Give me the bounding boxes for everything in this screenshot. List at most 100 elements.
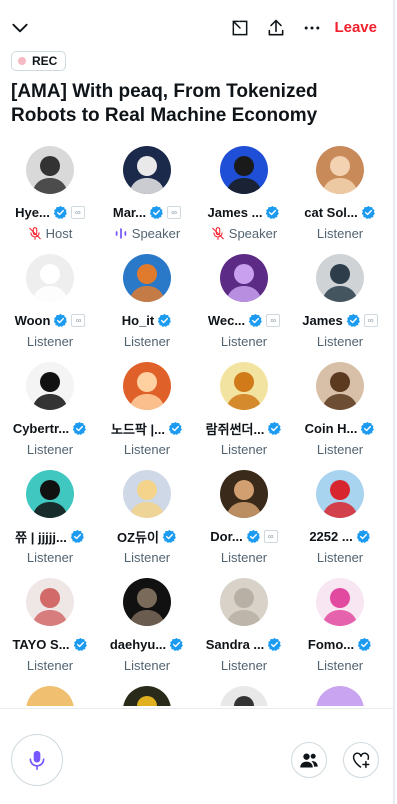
avatar[interactable] [220, 146, 268, 194]
affiliate-badge-icon: ∞ [71, 313, 86, 327]
footer-divider [0, 708, 395, 709]
participant-card[interactable]: cat Sol... Listener [294, 146, 386, 254]
avatar[interactable] [123, 362, 171, 410]
participant-role: Listener [294, 334, 386, 349]
people-button[interactable] [291, 742, 327, 778]
participant-card[interactable]: Fomo... Listener [294, 578, 386, 686]
avatar[interactable] [220, 362, 268, 410]
dock-button[interactable] [227, 15, 253, 41]
avatar[interactable] [316, 470, 364, 518]
participant-card[interactable]: TAYO S... Listener [4, 578, 96, 686]
participant-card[interactable]: Mar... ∞ Speaker [101, 146, 193, 254]
avatar[interactable] [26, 470, 74, 518]
participant-card[interactable]: Wec... ∞ Listener [198, 254, 290, 362]
participant-name-row: Wec... ∞ [198, 311, 290, 329]
verified-badge-icon [73, 637, 87, 651]
participant-card[interactable]: 2252 ... Listener [294, 470, 386, 578]
affiliate-badge-icon: ∞ [167, 205, 182, 219]
verified-badge-icon [53, 205, 67, 219]
participant-role-label: Listener [123, 550, 171, 565]
mic-off-icon [28, 227, 41, 240]
avatar-image-icon [26, 470, 74, 518]
participant-card[interactable]: Ho_it Listener [101, 254, 193, 362]
chevron-down-icon [12, 23, 28, 33]
verified-badge-icon [268, 637, 282, 651]
avatar[interactable] [26, 146, 74, 194]
participant-card[interactable]: Sandra ... Listener [198, 578, 290, 686]
participant-role: Listener [198, 550, 290, 565]
avatar[interactable] [220, 470, 268, 518]
avatar-image-icon [26, 686, 74, 706]
collapse-button[interactable] [7, 15, 33, 41]
share-button[interactable] [263, 15, 289, 41]
microphone-button[interactable] [11, 734, 63, 786]
participant-name: cat Sol... [304, 204, 358, 220]
verified-badge-icon [361, 205, 375, 219]
avatar[interactable] [316, 254, 364, 302]
participant-card[interactable]: Coin H... Listener [294, 362, 386, 470]
verified-badge-icon [168, 421, 182, 435]
avatar[interactable] [123, 578, 171, 626]
participant-card[interactable] [4, 686, 96, 706]
participant-name: Mar... [112, 204, 147, 220]
participant-name: Fomo... [307, 636, 355, 652]
avatar[interactable] [220, 578, 268, 626]
participant-card[interactable]: 람쥐썬더... Listener [198, 362, 290, 470]
participant-card[interactable]: James ... Speaker [198, 146, 290, 254]
avatar[interactable] [26, 578, 74, 626]
avatar-image-icon [220, 686, 268, 706]
avatar[interactable] [316, 362, 364, 410]
participant-name-row: James ∞ [294, 311, 386, 329]
participant-card[interactable] [294, 686, 386, 706]
verified-badge-icon [357, 637, 371, 651]
avatar[interactable] [26, 686, 74, 706]
avatar[interactable] [316, 686, 364, 706]
avatar[interactable] [220, 686, 268, 706]
verified-badge-icon [248, 313, 263, 327]
avatar[interactable] [123, 254, 171, 302]
participant-card[interactable]: 쮸 | jjjjj... Listener [4, 470, 96, 578]
participant-card[interactable]: Dor... ∞ Listener [198, 470, 290, 578]
participant-card[interactable]: James ∞ Listener [294, 254, 386, 362]
avatar-image-icon [316, 470, 364, 518]
participant-name-row: TAYO S... [4, 635, 96, 653]
avatar[interactable] [220, 254, 268, 302]
participant-card[interactable] [101, 686, 193, 706]
participant-card[interactable]: OZ듀이 Listener [101, 470, 193, 578]
avatar[interactable] [123, 470, 171, 518]
participant-name: Sandra ... [205, 636, 265, 652]
verified-badge-icon [268, 421, 282, 435]
avatar[interactable] [316, 146, 364, 194]
participant-card[interactable]: Hye... ∞ Host [4, 146, 96, 254]
participant-name: Ho_it [121, 312, 155, 328]
avatar-image-icon [123, 578, 171, 626]
participant-role-label: Listener [316, 334, 364, 349]
mic-off-icon [212, 227, 224, 240]
participants-grid: Hye... ∞ Host Mar... ∞ Speaker James ... Speake… [0, 146, 395, 706]
avatar[interactable] [123, 146, 171, 194]
participant-name-row: Dor... ∞ [198, 527, 290, 545]
participant-card[interactable] [198, 686, 290, 706]
participant-role: Listener [4, 658, 96, 673]
affiliate-badge-icon: ∞ [363, 313, 378, 327]
avatar[interactable] [26, 254, 74, 302]
participant-card[interactable]: 노드팍 |... Listener [101, 362, 193, 470]
avatar-image-icon [220, 578, 268, 626]
participant-name: Hye... [15, 204, 50, 220]
participant-role-label: Listener [123, 658, 171, 673]
participant-name: 2252 ... [309, 528, 353, 544]
more-horizontal-icon [304, 26, 320, 30]
participant-card[interactable]: Cybertr... Listener [4, 362, 96, 470]
reaction-button[interactable] [343, 742, 379, 778]
avatar[interactable] [316, 578, 364, 626]
participant-name-row: Woon ∞ [4, 311, 96, 329]
avatar-image-icon [123, 686, 171, 706]
avatar[interactable] [26, 362, 74, 410]
participant-card[interactable]: Woon ∞ Listener [4, 254, 96, 362]
avatar[interactable] [123, 686, 171, 706]
participant-role-label: Listener [26, 658, 74, 673]
more-options-button[interactable] [299, 15, 325, 41]
leave-button[interactable]: Leave [334, 19, 377, 36]
avatar-image-icon [26, 146, 74, 194]
participant-card[interactable]: daehyu... Listener [101, 578, 193, 686]
